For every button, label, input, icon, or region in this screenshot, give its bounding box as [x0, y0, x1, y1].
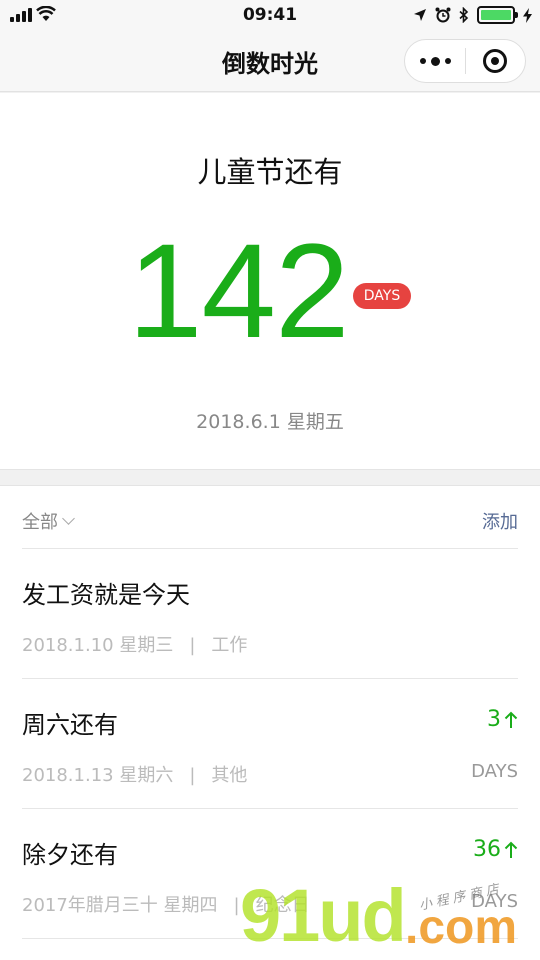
location-icon	[414, 9, 426, 21]
item-date: 2018.1.10 星期三	[22, 635, 174, 656]
item-title: 发工资就是今天	[22, 581, 190, 609]
item-category: 其他	[211, 765, 248, 786]
item-count: 3	[487, 707, 518, 732]
status-bar: 09:41	[0, 0, 540, 30]
list-item[interactable]: 除夕还有 36 2017年腊月三十 星期四 | 纪念日 DAYS	[22, 809, 518, 939]
item-count-value: 36	[473, 837, 501, 862]
list-header: 全部 添加	[22, 486, 518, 549]
arrow-up-icon	[504, 841, 518, 858]
featured-date: 2018.6.1 星期五	[196, 411, 344, 433]
item-title: 周六还有	[22, 711, 118, 739]
item-title: 除夕还有	[22, 841, 118, 869]
item-category: 纪念日	[255, 895, 310, 916]
nav-bar: 倒数时光	[0, 30, 540, 92]
item-count: 36	[473, 837, 518, 862]
mini-program-capsule	[404, 39, 526, 83]
filter-label: 全部	[22, 512, 58, 533]
category-filter[interactable]: 全部	[22, 508, 75, 534]
item-date: 2017年腊月三十 星期四	[22, 895, 218, 916]
bluetooth-icon	[459, 7, 469, 23]
item-count-value: 3	[487, 707, 501, 732]
item-days-unit: DAYS	[471, 891, 518, 912]
item-meta: 2017年腊月三十 星期四 | 纪念日	[22, 891, 310, 917]
chevron-down-icon	[62, 511, 75, 525]
item-separator: |	[189, 765, 196, 786]
item-separator: |	[189, 635, 196, 656]
close-mini-program-button[interactable]	[466, 49, 525, 73]
alarm-icon	[435, 7, 451, 23]
item-meta: 2018.1.13 星期六 | 其他	[22, 761, 247, 787]
item-category: 工作	[211, 635, 248, 656]
more-dots-icon[interactable]	[405, 56, 465, 66]
battery-level	[481, 10, 511, 20]
add-button[interactable]: 添加	[482, 508, 518, 534]
days-badge: DAYS	[353, 283, 411, 309]
item-date: 2018.1.13 星期六	[22, 765, 174, 786]
item-days-unit: DAYS	[471, 761, 518, 782]
countdown-list: 全部 添加 发工资就是今天 2018.1.10 星期三 | 工作 周六还有 3 20…	[0, 485, 540, 960]
list-item[interactable]: 周六还有 3 2018.1.13 星期六 | 其他 DAYS	[22, 679, 518, 809]
featured-countdown[interactable]: 儿童节还有 142 DAYS 2018.6.1 星期五	[0, 93, 540, 470]
target-icon	[483, 49, 508, 73]
item-separator: |	[233, 895, 240, 916]
arrow-up-icon	[504, 711, 518, 728]
item-meta: 2018.1.10 星期三 | 工作	[22, 631, 247, 657]
battery-icon	[477, 6, 518, 24]
featured-title: 儿童节还有	[197, 155, 343, 189]
charging-icon	[523, 7, 532, 23]
list-item[interactable]: 发工资就是今天 2018.1.10 星期三 | 工作	[22, 549, 518, 679]
featured-days-count: 142	[128, 217, 350, 366]
